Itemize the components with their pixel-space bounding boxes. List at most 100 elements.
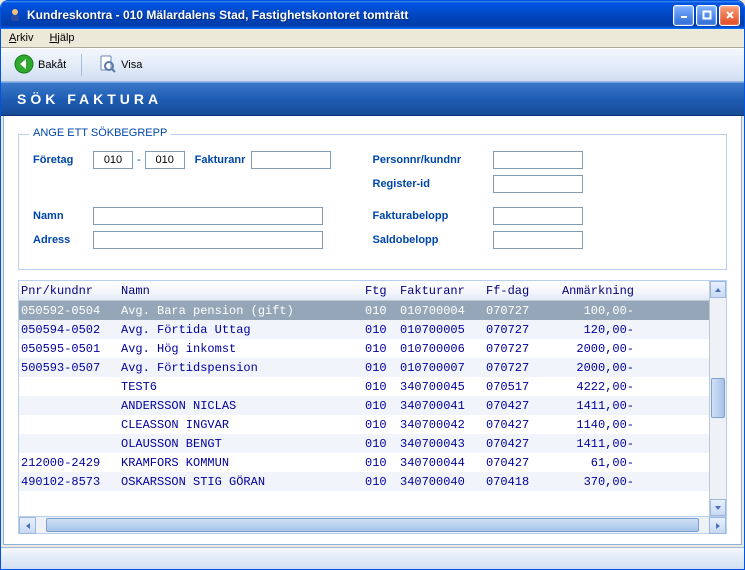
col-fakturanr[interactable]: Fakturanr [398,284,484,298]
col-namn[interactable]: Namn [119,284,363,298]
grid-body: 050592-0504Avg. Bara pension (gift)01001… [19,301,709,491]
page-title: SÖK FAKTURA [17,91,162,107]
cell: Avg. Bara pension (gift) [119,304,363,318]
cell: 340700041 [398,399,484,413]
cell: 010700007 [398,361,484,375]
cell: 070727 [484,304,550,318]
cell: 050592-0504 [19,304,119,318]
scroll-down-button[interactable] [710,499,726,516]
table-row[interactable]: 050595-0501Avg. Hög inkomst0100107000060… [19,339,709,358]
registerid-input[interactable] [493,175,583,193]
cell: 1140,00- [550,418,636,432]
cell: 010 [363,456,398,470]
visa-icon [97,54,117,77]
col-pnr[interactable]: Pnr/kundnr [19,284,119,298]
window-title: Kundreskontra - 010 Mälardalens Stad, Fa… [27,8,673,22]
personnr-label: Personnr/kundnr [373,154,493,166]
back-icon [14,54,34,77]
cell: OLAUSSON BENGT [119,437,363,451]
cell: 010700006 [398,342,484,356]
table-row[interactable]: TEST60103407000450705174222,00- [19,377,709,396]
personnr-input[interactable] [493,151,583,169]
grid-header: Pnr/kundnr Namn Ftg Fakturanr Ff-dag Anm… [19,281,709,301]
cell: 2000,00- [550,361,636,375]
cell: 010 [363,475,398,489]
menu-arkiv[interactable]: Arkiv [5,31,37,45]
app-icon [7,7,23,23]
cell: 61,00- [550,456,636,470]
saldobelopp-input[interactable] [493,231,583,249]
visa-button[interactable]: Visa [90,50,149,81]
adress-label: Adress [33,234,93,246]
hscroll-track[interactable] [36,517,709,533]
cell: 010 [363,323,398,337]
col-anm[interactable]: Anmärkning [550,284,636,298]
window-buttons [673,5,740,26]
fakturanr-input[interactable] [251,151,331,169]
horizontal-scrollbar[interactable] [18,517,727,534]
cell: 070418 [484,475,550,489]
table-row[interactable]: 212000-2429KRAMFORS KOMMUN01034070004407… [19,453,709,472]
namn-input[interactable] [93,207,323,225]
namn-label: Namn [33,210,93,222]
menubar: Arkiv Hjälp [1,29,744,48]
hscroll-thumb[interactable] [46,518,699,532]
cell: 070427 [484,437,550,451]
cell: 070727 [484,323,550,337]
table-row[interactable]: 490102-8573OSKARSSON STIG GÖRAN010340700… [19,472,709,491]
foretag-from-input[interactable] [93,151,133,169]
close-button[interactable] [719,5,740,26]
foretag-label: Företag [33,154,93,166]
scroll-up-button[interactable] [710,281,726,298]
maximize-button[interactable] [696,5,717,26]
table-row[interactable]: 500593-0507Avg. Förtidspension0100107000… [19,358,709,377]
table-row[interactable]: ANDERSSON NICLAS0103407000410704271411,0… [19,396,709,415]
scroll-left-button[interactable] [19,517,36,534]
cell: 070517 [484,380,550,394]
table-row[interactable]: 050594-0502Avg. Förtida Uttag01001070000… [19,320,709,339]
saldobelopp-label: Saldobelopp [373,234,493,246]
cell: 010 [363,418,398,432]
cell: 050594-0502 [19,323,119,337]
cell: 010 [363,437,398,451]
vertical-scrollbar[interactable] [709,281,726,516]
adress-input[interactable] [93,231,323,249]
search-group: ANGE ETT SÖKBEGREPP Företag - Fakturanr … [18,134,727,270]
table-row[interactable]: 050592-0504Avg. Bara pension (gift)01001… [19,301,709,320]
cell: 070727 [484,361,550,375]
scroll-thumb[interactable] [711,378,725,418]
cell: Avg. Hög inkomst [119,342,363,356]
foretag-to-input[interactable] [145,151,185,169]
cell: Avg. Förtidspension [119,361,363,375]
cell: 120,00- [550,323,636,337]
cell: 070427 [484,456,550,470]
cell: 070727 [484,342,550,356]
cell: 370,00- [550,475,636,489]
col-ffdag[interactable]: Ff-dag [484,284,550,298]
cell: Avg. Förtida Uttag [119,323,363,337]
col-ftg[interactable]: Ftg [363,284,398,298]
foretag-dash: - [137,154,141,166]
scroll-right-button[interactable] [709,517,726,534]
cell: 2000,00- [550,342,636,356]
cell: 010 [363,342,398,356]
table-row[interactable]: OLAUSSON BENGT0103407000430704271411,00- [19,434,709,453]
cell: 070427 [484,418,550,432]
fakturabelopp-input[interactable] [493,207,583,225]
page-header: SÖK FAKTURA [1,82,744,116]
cell: ANDERSSON NICLAS [119,399,363,413]
cell: 1411,00- [550,437,636,451]
minimize-button[interactable] [673,5,694,26]
grid: Pnr/kundnr Namn Ftg Fakturanr Ff-dag Anm… [19,281,709,516]
cell: 050595-0501 [19,342,119,356]
table-row[interactable]: CLEASSON INGVAR0103407000420704271140,00… [19,415,709,434]
app-window: Kundreskontra - 010 Mälardalens Stad, Fa… [0,0,745,570]
scroll-track[interactable] [710,298,726,499]
cell: OSKARSSON STIG GÖRAN [119,475,363,489]
back-button[interactable]: Bakåt [7,50,73,81]
cell: 010 [363,380,398,394]
cell: 500593-0507 [19,361,119,375]
fakturanr-label: Fakturanr [195,154,246,166]
cell: KRAMFORS KOMMUN [119,456,363,470]
menu-hjalp[interactable]: Hjälp [45,31,78,45]
